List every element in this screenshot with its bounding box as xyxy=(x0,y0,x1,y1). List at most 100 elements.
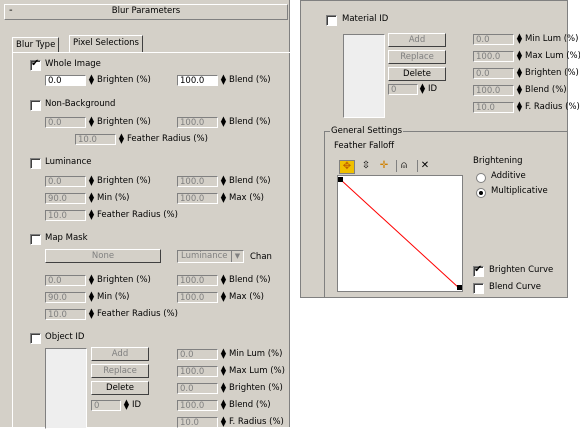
spinner-arrows-icon[interactable]: ▲ ▼ xyxy=(516,101,523,113)
material-add-button[interactable]: Add xyxy=(388,33,446,47)
delete-button[interactable]: Delete xyxy=(91,381,149,395)
spinner-arrows-icon[interactable]: ▲ ▼ xyxy=(88,308,95,320)
spinner-arrows-icon[interactable]: ▲ ▼ xyxy=(516,84,523,96)
object-blend-field[interactable]: 100.0 xyxy=(177,400,218,411)
map-none-button[interactable]: None xyxy=(45,249,161,263)
move-icon[interactable]: ✥ xyxy=(339,160,355,174)
whole-image-blend-field[interactable]: 100.0 xyxy=(177,75,218,86)
spinner-arrows-icon[interactable]: ▲ ▼ xyxy=(220,382,227,394)
curve-point-end[interactable] xyxy=(457,285,462,290)
f-radius-label: F. Radius (%) xyxy=(229,417,284,427)
spinner-arrows-icon[interactable]: ▲ ▼ xyxy=(220,416,227,428)
lock-icon[interactable]: ⍝ xyxy=(396,160,411,172)
feather-radius-label: Feather Radius (%) xyxy=(97,309,178,319)
check-icon: ✔ xyxy=(31,58,40,69)
object-id-value-field[interactable]: 0 xyxy=(91,400,121,411)
object-id-checkbox[interactable] xyxy=(30,333,41,344)
material-brighten-field[interactable]: 0.0 xyxy=(473,68,514,79)
multiplicative-radio[interactable] xyxy=(476,188,486,198)
spinner-arrows-icon[interactable]: ▲ ▼ xyxy=(419,83,426,95)
spinner-arrows-icon[interactable]: ▲ ▼ xyxy=(88,274,95,286)
non-background-brighten-field[interactable]: 0.0 xyxy=(45,117,86,128)
spinner-arrows-icon[interactable]: ▲ ▼ xyxy=(516,50,523,62)
spinner-arrows-icon[interactable]: ▲ ▼ xyxy=(220,274,227,286)
map-mask-blend-field[interactable]: 100.0 xyxy=(177,275,218,286)
spinner-arrows-icon[interactable]: ▲ ▼ xyxy=(123,399,130,411)
general-settings-title: General Settings xyxy=(330,126,404,136)
map-mask-max-field[interactable]: 100.0 xyxy=(177,292,218,303)
falloff-curve-graph[interactable] xyxy=(337,175,463,292)
chan-label: Chan xyxy=(250,252,272,262)
spinner-arrows-icon[interactable]: ▲ ▼ xyxy=(88,192,95,204)
rollout-title: Blur Parameters xyxy=(111,6,181,16)
material-f-radius-field[interactable]: 10.0 xyxy=(473,102,514,113)
spinner-arrows-icon[interactable]: ▲ ▼ xyxy=(220,348,227,360)
max-lum-field[interactable]: 100.0 xyxy=(177,366,218,377)
add-button[interactable]: Add xyxy=(91,347,149,361)
spinner-arrows-icon[interactable]: ▲ ▼ xyxy=(88,74,95,86)
object-brighten-field[interactable]: 0.0 xyxy=(177,383,218,394)
blend-label: Blend (%) xyxy=(229,75,271,85)
curve-line xyxy=(340,179,460,289)
spinner-arrows-icon[interactable]: ▲ ▼ xyxy=(88,291,95,303)
blend-curve-checkbox[interactable] xyxy=(473,283,484,294)
brighten-curve-label: Brighten Curve xyxy=(489,265,554,275)
material-replace-button[interactable]: Replace xyxy=(388,50,446,64)
material-delete-button[interactable]: Delete xyxy=(388,67,446,81)
material-max-lum-field[interactable]: 100.0 xyxy=(473,51,514,62)
luminance-checkbox[interactable] xyxy=(30,158,41,169)
non-background-feather-field[interactable]: 10.0 xyxy=(75,134,116,145)
spinner-arrows-icon[interactable]: ▲ ▼ xyxy=(88,209,95,221)
spinner-arrows-icon[interactable]: ▲ ▼ xyxy=(516,67,523,79)
map-mask-min-field[interactable]: 90.0 xyxy=(45,292,86,303)
spinner-arrows-icon[interactable]: ▲ ▼ xyxy=(220,116,227,128)
material-blend-field[interactable]: 100.0 xyxy=(473,85,514,96)
luminance-max-field[interactable]: 100.0 xyxy=(177,193,218,204)
chevron-down-icon[interactable]: ▼ xyxy=(231,251,243,262)
luminance-blend-field[interactable]: 100.0 xyxy=(177,176,218,187)
material-id-label: Material ID xyxy=(342,14,389,24)
tab-pixel-selections[interactable]: Pixel Selections xyxy=(69,35,143,53)
rollout-header[interactable]: - Blur Parameters xyxy=(4,4,288,20)
delete-point-icon[interactable]: ✕ xyxy=(417,160,432,172)
channel-select[interactable]: Luminance ▼ xyxy=(177,250,244,263)
spinner-arrows-icon[interactable]: ▲ ▼ xyxy=(220,175,227,187)
material-id-list[interactable] xyxy=(343,34,385,118)
id-label: ID xyxy=(428,84,438,94)
min-label: Min (%) xyxy=(97,292,130,302)
whole-image-brighten-field[interactable]: 0.0 xyxy=(45,75,86,86)
object-f-radius-field[interactable]: 10.0 xyxy=(177,417,218,428)
replace-button[interactable]: Replace xyxy=(91,364,149,378)
object-id-list[interactable] xyxy=(45,348,87,429)
brighten-curve-checkbox[interactable]: ✔ xyxy=(473,264,484,277)
spinner-arrows-icon[interactable]: ▲ ▼ xyxy=(88,116,95,128)
spinner-arrows-icon[interactable]: ▲ ▼ xyxy=(516,33,523,45)
spinner-arrows-icon[interactable]: ▲ ▼ xyxy=(88,175,95,187)
additive-radio[interactable] xyxy=(476,173,486,183)
map-mask-checkbox[interactable] xyxy=(30,234,41,245)
min-lum-field[interactable]: 0.0 xyxy=(177,349,218,360)
spinner-arrows-icon[interactable]: ▲ ▼ xyxy=(220,74,227,86)
scale-point-icon[interactable]: ⇳ xyxy=(359,160,373,172)
material-id-value-field[interactable]: 0 xyxy=(388,84,418,95)
add-point-icon[interactable]: ✛ xyxy=(377,160,391,172)
spinner-arrows-icon[interactable]: ▲ ▼ xyxy=(220,365,227,377)
luminance-brighten-field[interactable]: 0.0 xyxy=(45,176,86,187)
spinner-arrows-icon[interactable]: ▲ ▼ xyxy=(220,399,227,411)
map-mask-feather-field[interactable]: 10.0 xyxy=(45,309,86,320)
material-min-lum-field[interactable]: 0.0 xyxy=(473,34,514,45)
curve-point-start[interactable] xyxy=(338,177,343,182)
spinner-arrows-icon[interactable]: ▲ ▼ xyxy=(220,291,227,303)
non-background-blend-field[interactable]: 100.0 xyxy=(177,117,218,128)
map-mask-brighten-field[interactable]: 0.0 xyxy=(45,275,86,286)
non-background-checkbox[interactable] xyxy=(30,100,41,111)
luminance-min-field[interactable]: 90.0 xyxy=(45,193,86,204)
spinner-arrows-icon[interactable]: ▲ ▼ xyxy=(118,133,125,145)
luminance-feather-field[interactable]: 10.0 xyxy=(45,210,86,221)
whole-image-checkbox[interactable]: ✔ xyxy=(30,58,41,71)
spinner-arrows-icon[interactable]: ▲ ▼ xyxy=(220,192,227,204)
tab-blur-type[interactable]: Blur Type xyxy=(12,37,60,53)
material-id-checkbox[interactable] xyxy=(326,15,337,26)
min-lum-label: Min Lum (%) xyxy=(229,349,283,359)
max-label: Max (%) xyxy=(229,193,264,203)
